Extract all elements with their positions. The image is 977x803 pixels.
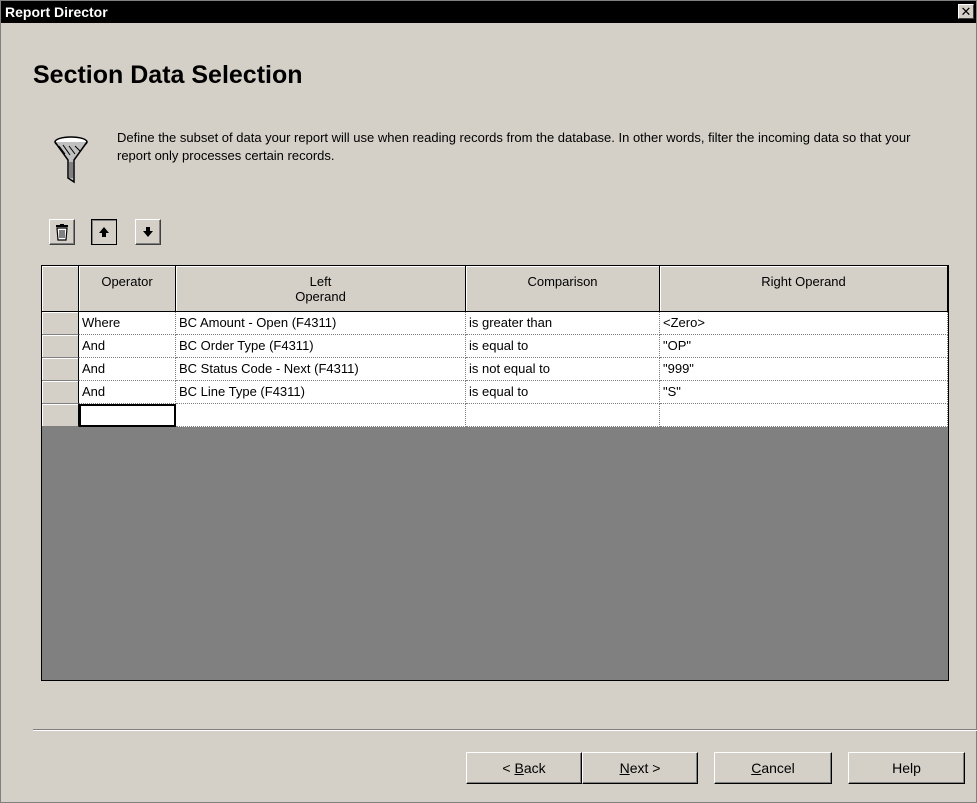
move-down-button[interactable] bbox=[135, 219, 161, 245]
report-director-window: Report Director ✕ Section Data Selection… bbox=[0, 0, 977, 803]
footer-divider bbox=[33, 729, 977, 731]
comparison-cell[interactable]: is equal to bbox=[466, 335, 660, 358]
right-operand-cell[interactable]: "S" bbox=[660, 381, 948, 404]
description-text: Define the subset of data your report wi… bbox=[117, 130, 911, 163]
header-operator[interactable]: Operator bbox=[79, 266, 176, 312]
comparison-cell[interactable]: is not equal to bbox=[466, 358, 660, 381]
back-mnemonic: B bbox=[514, 760, 524, 776]
comparison-cell[interactable]: is equal to bbox=[466, 381, 660, 404]
right-operand-cell[interactable] bbox=[660, 404, 948, 427]
close-icon: ✕ bbox=[960, 4, 972, 19]
delete-button[interactable] bbox=[49, 219, 75, 245]
move-up-button[interactable] bbox=[91, 219, 117, 245]
left-operand-cell[interactable]: BC Order Type (F4311) bbox=[176, 335, 466, 358]
operator-cell-focused[interactable] bbox=[79, 404, 176, 427]
row-selector[interactable] bbox=[42, 335, 79, 358]
back-button[interactable]: < Back bbox=[466, 752, 582, 784]
right-operand-cell[interactable]: "999" bbox=[660, 358, 948, 381]
left-operand-cell[interactable]: BC Amount - Open (F4311) bbox=[176, 312, 466, 335]
back-label: ack bbox=[523, 760, 546, 776]
close-button[interactable]: ✕ bbox=[958, 4, 974, 19]
right-operand-cell[interactable]: <Zero> bbox=[660, 312, 948, 335]
help-button[interactable]: Help bbox=[848, 752, 965, 784]
comparison-cell[interactable]: is greater than bbox=[466, 312, 660, 335]
next-label: ext > bbox=[629, 760, 661, 776]
header-left-operand[interactable]: Left Operand bbox=[176, 266, 466, 312]
comparison-cell[interactable] bbox=[466, 404, 660, 427]
arrow-up-icon bbox=[99, 227, 109, 237]
arrow-down-icon bbox=[143, 227, 153, 237]
operator-cell[interactable]: And bbox=[79, 381, 176, 404]
next-button[interactable]: Next > bbox=[582, 752, 698, 784]
left-operand-cell[interactable] bbox=[176, 404, 466, 427]
page-title: Section Data Selection bbox=[33, 61, 303, 89]
row-selector[interactable] bbox=[42, 358, 79, 381]
back-prefix: < bbox=[502, 760, 515, 776]
trash-icon bbox=[56, 223, 68, 241]
header-corner bbox=[42, 266, 79, 312]
table-row: Where BC Amount - Open (F4311) is greate… bbox=[42, 312, 948, 335]
row-selector[interactable] bbox=[42, 312, 79, 335]
window-title: Report Director bbox=[5, 4, 108, 20]
cancel-button[interactable]: Cancel bbox=[714, 752, 832, 784]
cancel-mnemonic: C bbox=[751, 760, 762, 776]
help-label: Help bbox=[892, 760, 921, 776]
operator-cell[interactable]: Where bbox=[79, 312, 176, 335]
row-selector[interactable] bbox=[42, 381, 79, 404]
right-operand-cell[interactable]: "OP" bbox=[660, 335, 948, 358]
header-right-operand[interactable]: Right Operand bbox=[660, 266, 948, 312]
table-row-new bbox=[42, 404, 948, 427]
left-operand-cell[interactable]: BC Status Code - Next (F4311) bbox=[176, 358, 466, 381]
operator-cell[interactable]: And bbox=[79, 335, 176, 358]
table-row: And BC Line Type (F4311) is equal to "S" bbox=[42, 381, 948, 404]
grid-header: Operator Left Operand Comparison Right O… bbox=[42, 266, 948, 313]
cancel-label: ancel bbox=[761, 760, 795, 776]
next-mnemonic: N bbox=[619, 760, 630, 776]
funnel-icon bbox=[51, 134, 91, 191]
operator-cell[interactable]: And bbox=[79, 358, 176, 381]
table-row: And BC Status Code - Next (F4311) is not… bbox=[42, 358, 948, 381]
data-selection-grid: Operator Left Operand Comparison Right O… bbox=[41, 265, 949, 681]
header-comparison[interactable]: Comparison bbox=[466, 266, 660, 312]
title-bar: Report Director ✕ bbox=[1, 1, 976, 23]
table-row: And BC Order Type (F4311) is equal to "O… bbox=[42, 335, 948, 358]
left-operand-cell[interactable]: BC Line Type (F4311) bbox=[176, 381, 466, 404]
row-selector[interactable] bbox=[42, 404, 79, 427]
